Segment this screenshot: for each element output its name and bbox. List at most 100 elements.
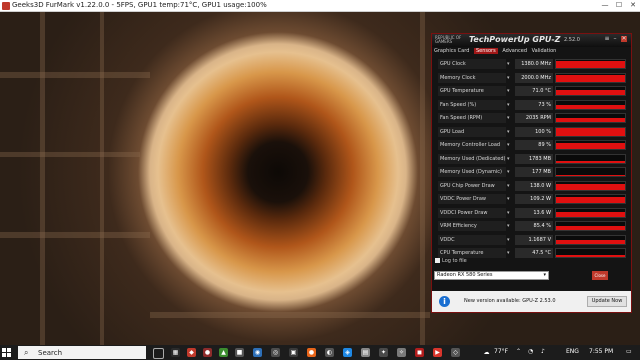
sensor-dropdown-icon[interactable]: ▾ <box>507 235 513 245</box>
weather-temp[interactable]: 77°F <box>494 347 508 357</box>
firefox-icon[interactable]: ● <box>307 348 316 357</box>
sensor-value: 1.1687 V <box>515 234 553 245</box>
app-icon-11[interactable]: ▤ <box>361 348 370 357</box>
sensor-graph <box>555 207 626 218</box>
app-icon-3[interactable]: ● <box>203 348 212 357</box>
app-icon-10[interactable]: ◈ <box>343 348 352 357</box>
sensor-label: Memory Used (Dedicated) <box>438 153 506 164</box>
app-icon-6[interactable]: ◉ <box>253 348 262 357</box>
weather-icon[interactable]: ☁ <box>482 348 491 357</box>
sensor-graph-fill <box>556 212 625 217</box>
task-view-icon[interactable] <box>153 348 164 359</box>
gpuz-close-icon[interactable]: ✕ <box>621 36 627 42</box>
sensor-graph <box>555 194 626 204</box>
app-icon-5[interactable]: ■ <box>235 348 244 357</box>
sensor-row: Memory Controller Load ▾ 89 % <box>436 139 626 153</box>
app-icon-14[interactable]: ◼ <box>415 348 424 357</box>
sensor-dropdown-icon[interactable]: ▾ <box>507 73 513 83</box>
sensor-value: 177 MB <box>515 167 553 177</box>
sensor-dropdown-icon[interactable]: ▾ <box>507 127 513 137</box>
app-icon-4[interactable]: ▲ <box>219 348 228 357</box>
language-indicator[interactable]: ENG <box>566 347 579 357</box>
app-icon-15[interactable]: ▶ <box>433 348 442 357</box>
tab-graphics-card[interactable]: Graphics Card <box>434 48 469 54</box>
sensor-value: 1380.0 MHz <box>515 59 553 69</box>
app-icon-13[interactable]: ✧ <box>397 348 406 357</box>
sensor-label: CPU Temperature <box>438 248 506 258</box>
sensor-graph <box>555 180 626 191</box>
sensor-dropdown-icon[interactable]: ▾ <box>507 59 513 69</box>
sensor-graph <box>555 113 626 123</box>
sensor-row: VDDC Power Draw ▾ 109.2 W <box>436 193 626 207</box>
sensor-dropdown-icon[interactable]: ▾ <box>507 86 513 96</box>
rog-logo: REPUBLIC OF GAMERS <box>435 35 462 44</box>
sensor-value: 100 % <box>515 126 553 137</box>
checkbox-box[interactable] <box>435 258 440 263</box>
sensor-dropdown-icon[interactable]: ▾ <box>507 221 513 231</box>
gpuz-title-bar[interactable]: REPUBLIC OF GAMERS TechPowerUp GPU-Z 2.5… <box>432 34 631 47</box>
sensor-dropdown-icon[interactable]: ▾ <box>507 181 513 191</box>
sensor-value: 73 % <box>515 99 553 110</box>
volume-icon[interactable]: ♪ <box>541 347 545 357</box>
app-icon-12[interactable]: ✦ <box>379 348 388 357</box>
sensor-dropdown-icon[interactable]: ▾ <box>507 154 513 164</box>
sensor-dropdown-icon[interactable]: ▾ <box>507 113 513 123</box>
sensor-graph-fill <box>556 197 625 203</box>
sensor-graph-fill <box>556 160 625 163</box>
taskbar-search-box[interactable]: ⌕ Search <box>18 346 146 359</box>
sensor-label: Memory Clock <box>438 72 506 83</box>
log-to-file-checkbox[interactable]: Log to file <box>435 258 467 264</box>
maximize-button[interactable]: ☐ <box>614 1 624 10</box>
minimize-button[interactable]: — <box>600 1 610 10</box>
sensor-graph <box>555 140 626 150</box>
notification-icon[interactable]: ▭ <box>626 347 632 357</box>
app-icon-16[interactable]: ◇ <box>451 348 460 357</box>
tray-chevron-icon[interactable]: ⌃ <box>516 347 521 357</box>
furmark-title-bar[interactable]: Geeks3D FurMark v1.22.0.0 - 5FPS, GPU1 t… <box>0 0 640 12</box>
sensor-graph <box>555 221 626 231</box>
close-button[interactable]: ✕ <box>628 1 638 10</box>
sensor-graph-fill <box>556 240 625 244</box>
sensor-label: Memory Used (Dynamic) <box>438 167 506 177</box>
sensor-dropdown-icon[interactable]: ▾ <box>507 248 513 258</box>
sensor-value: 1783 MB <box>515 153 553 164</box>
gpu-select-dropdown[interactable]: Radeon RX 580 Series ▾ <box>434 271 549 280</box>
sensor-graph-fill <box>556 225 625 230</box>
furmark-app-icon <box>2 2 10 10</box>
gpuz-close-button[interactable]: Close <box>592 271 608 280</box>
sensor-row: Memory Clock ▾ 2000.0 MHz <box>436 72 626 86</box>
sensor-dropdown-icon[interactable]: ▾ <box>507 167 513 177</box>
sensor-label: GPU Load <box>438 126 506 137</box>
gpu-select-value: Radeon RX 580 Series <box>437 272 493 278</box>
sensor-graph-fill <box>556 183 625 190</box>
gpuz-menu-icon[interactable]: ≡ <box>604 36 610 42</box>
sensor-label: GPU Clock <box>438 59 506 69</box>
app-icon-8[interactable]: ▣ <box>289 348 298 357</box>
sensor-label: GPU Temperature <box>438 86 506 96</box>
app-icon-7[interactable]: ◎ <box>271 348 280 357</box>
sensor-graph <box>555 248 626 258</box>
sensor-dropdown-icon[interactable]: ▾ <box>507 208 513 218</box>
sensor-dropdown-icon[interactable]: ▾ <box>507 194 513 204</box>
sensor-dropdown-icon[interactable]: ▾ <box>507 100 513 110</box>
tab-validation[interactable]: Validation <box>532 48 557 54</box>
app-icon-1[interactable]: ▦ <box>171 348 180 357</box>
gpuz-minimize-icon[interactable]: – <box>612 36 618 42</box>
windows-start-icon[interactable] <box>2 348 11 357</box>
sensor-row: VDDCI Power Draw ▾ 13.6 W <box>436 207 626 221</box>
info-icon: i <box>439 296 450 307</box>
sensor-label: VRM Efficiency <box>438 221 506 231</box>
tab-sensors[interactable]: Sensors <box>473 48 498 54</box>
gpuz-window[interactable]: REPUBLIC OF GAMERS TechPowerUp GPU-Z 2.5… <box>431 33 632 313</box>
tab-advanced[interactable]: Advanced <box>502 48 527 54</box>
app-icon-9[interactable]: ◐ <box>325 348 334 357</box>
update-message: New version available: GPU-Z 2.53.0 <box>464 298 556 304</box>
sensor-graph <box>555 234 626 245</box>
sensor-dropdown-icon[interactable]: ▾ <box>507 140 513 150</box>
taskbar-clock[interactable]: 7:55 PM <box>589 347 613 357</box>
fur-donut <box>150 40 406 296</box>
sensor-list: GPU Clock ▾ 1380.0 MHz Memory Clock ▾ 2000.0 … <box>436 58 626 261</box>
update-now-button[interactable]: Update Now <box>587 296 627 307</box>
network-icon[interactable]: ◔ <box>528 347 533 357</box>
app-icon-2[interactable]: ◆ <box>187 348 196 357</box>
